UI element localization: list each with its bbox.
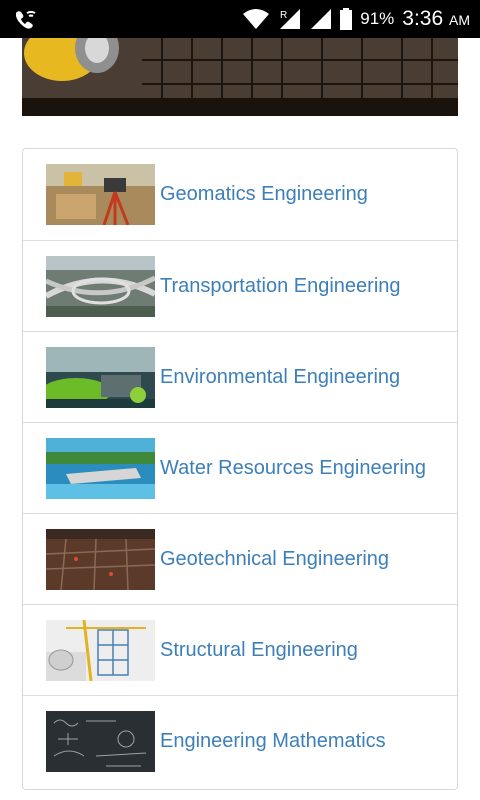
wifi-icon [243,9,270,29]
list-item-label[interactable]: Engineering Mathematics [160,696,386,787]
status-bar: R 91% 3:36 AM [0,0,480,38]
highway-interchange-image [46,256,155,317]
green-city-image [46,347,155,408]
list-item-environmental[interactable]: Environmental Engineering [23,331,457,423]
list-item-label[interactable]: Structural Engineering [160,605,358,696]
surveying-instrument-image [46,164,155,225]
excavation-site-image [46,529,155,590]
battery-percent: 91% [360,9,395,28]
list-item-transportation[interactable]: Transportation Engineering [23,240,457,332]
wifi-call-icon [16,10,36,29]
engineering-topics-list: Geomatics Engineering Transportation Eng… [22,148,458,790]
list-item-label[interactable]: Environmental Engineering [160,332,400,423]
battery-icon [340,8,353,30]
math-chalkboard-image [46,711,155,772]
building-blueprint-image [46,620,155,681]
list-item-mathematics[interactable]: Engineering Mathematics [23,695,457,787]
clock: 3:36 AM [402,7,470,30]
list-item-label[interactable]: Geomatics Engineering [160,149,368,240]
svg-text:R: R [280,10,287,21]
list-item-label[interactable]: Water Resources Engineering [160,423,426,514]
construction-site-banner [22,38,458,116]
dam-reservoir-image [46,438,155,499]
list-item-geomatics[interactable]: Geomatics Engineering [23,149,457,240]
signal-icon [311,9,332,29]
list-item-label[interactable]: Geotechnical Engineering [160,514,389,605]
list-item-label[interactable]: Transportation Engineering [160,241,401,332]
list-item-geotechnical[interactable]: Geotechnical Engineering [23,513,457,605]
signal-roaming-icon: R [280,9,301,29]
list-item-structural[interactable]: Structural Engineering [23,604,457,696]
status-icons: R 91% 3:36 AM [242,0,470,38]
list-item-water-resources[interactable]: Water Resources Engineering [23,422,457,514]
